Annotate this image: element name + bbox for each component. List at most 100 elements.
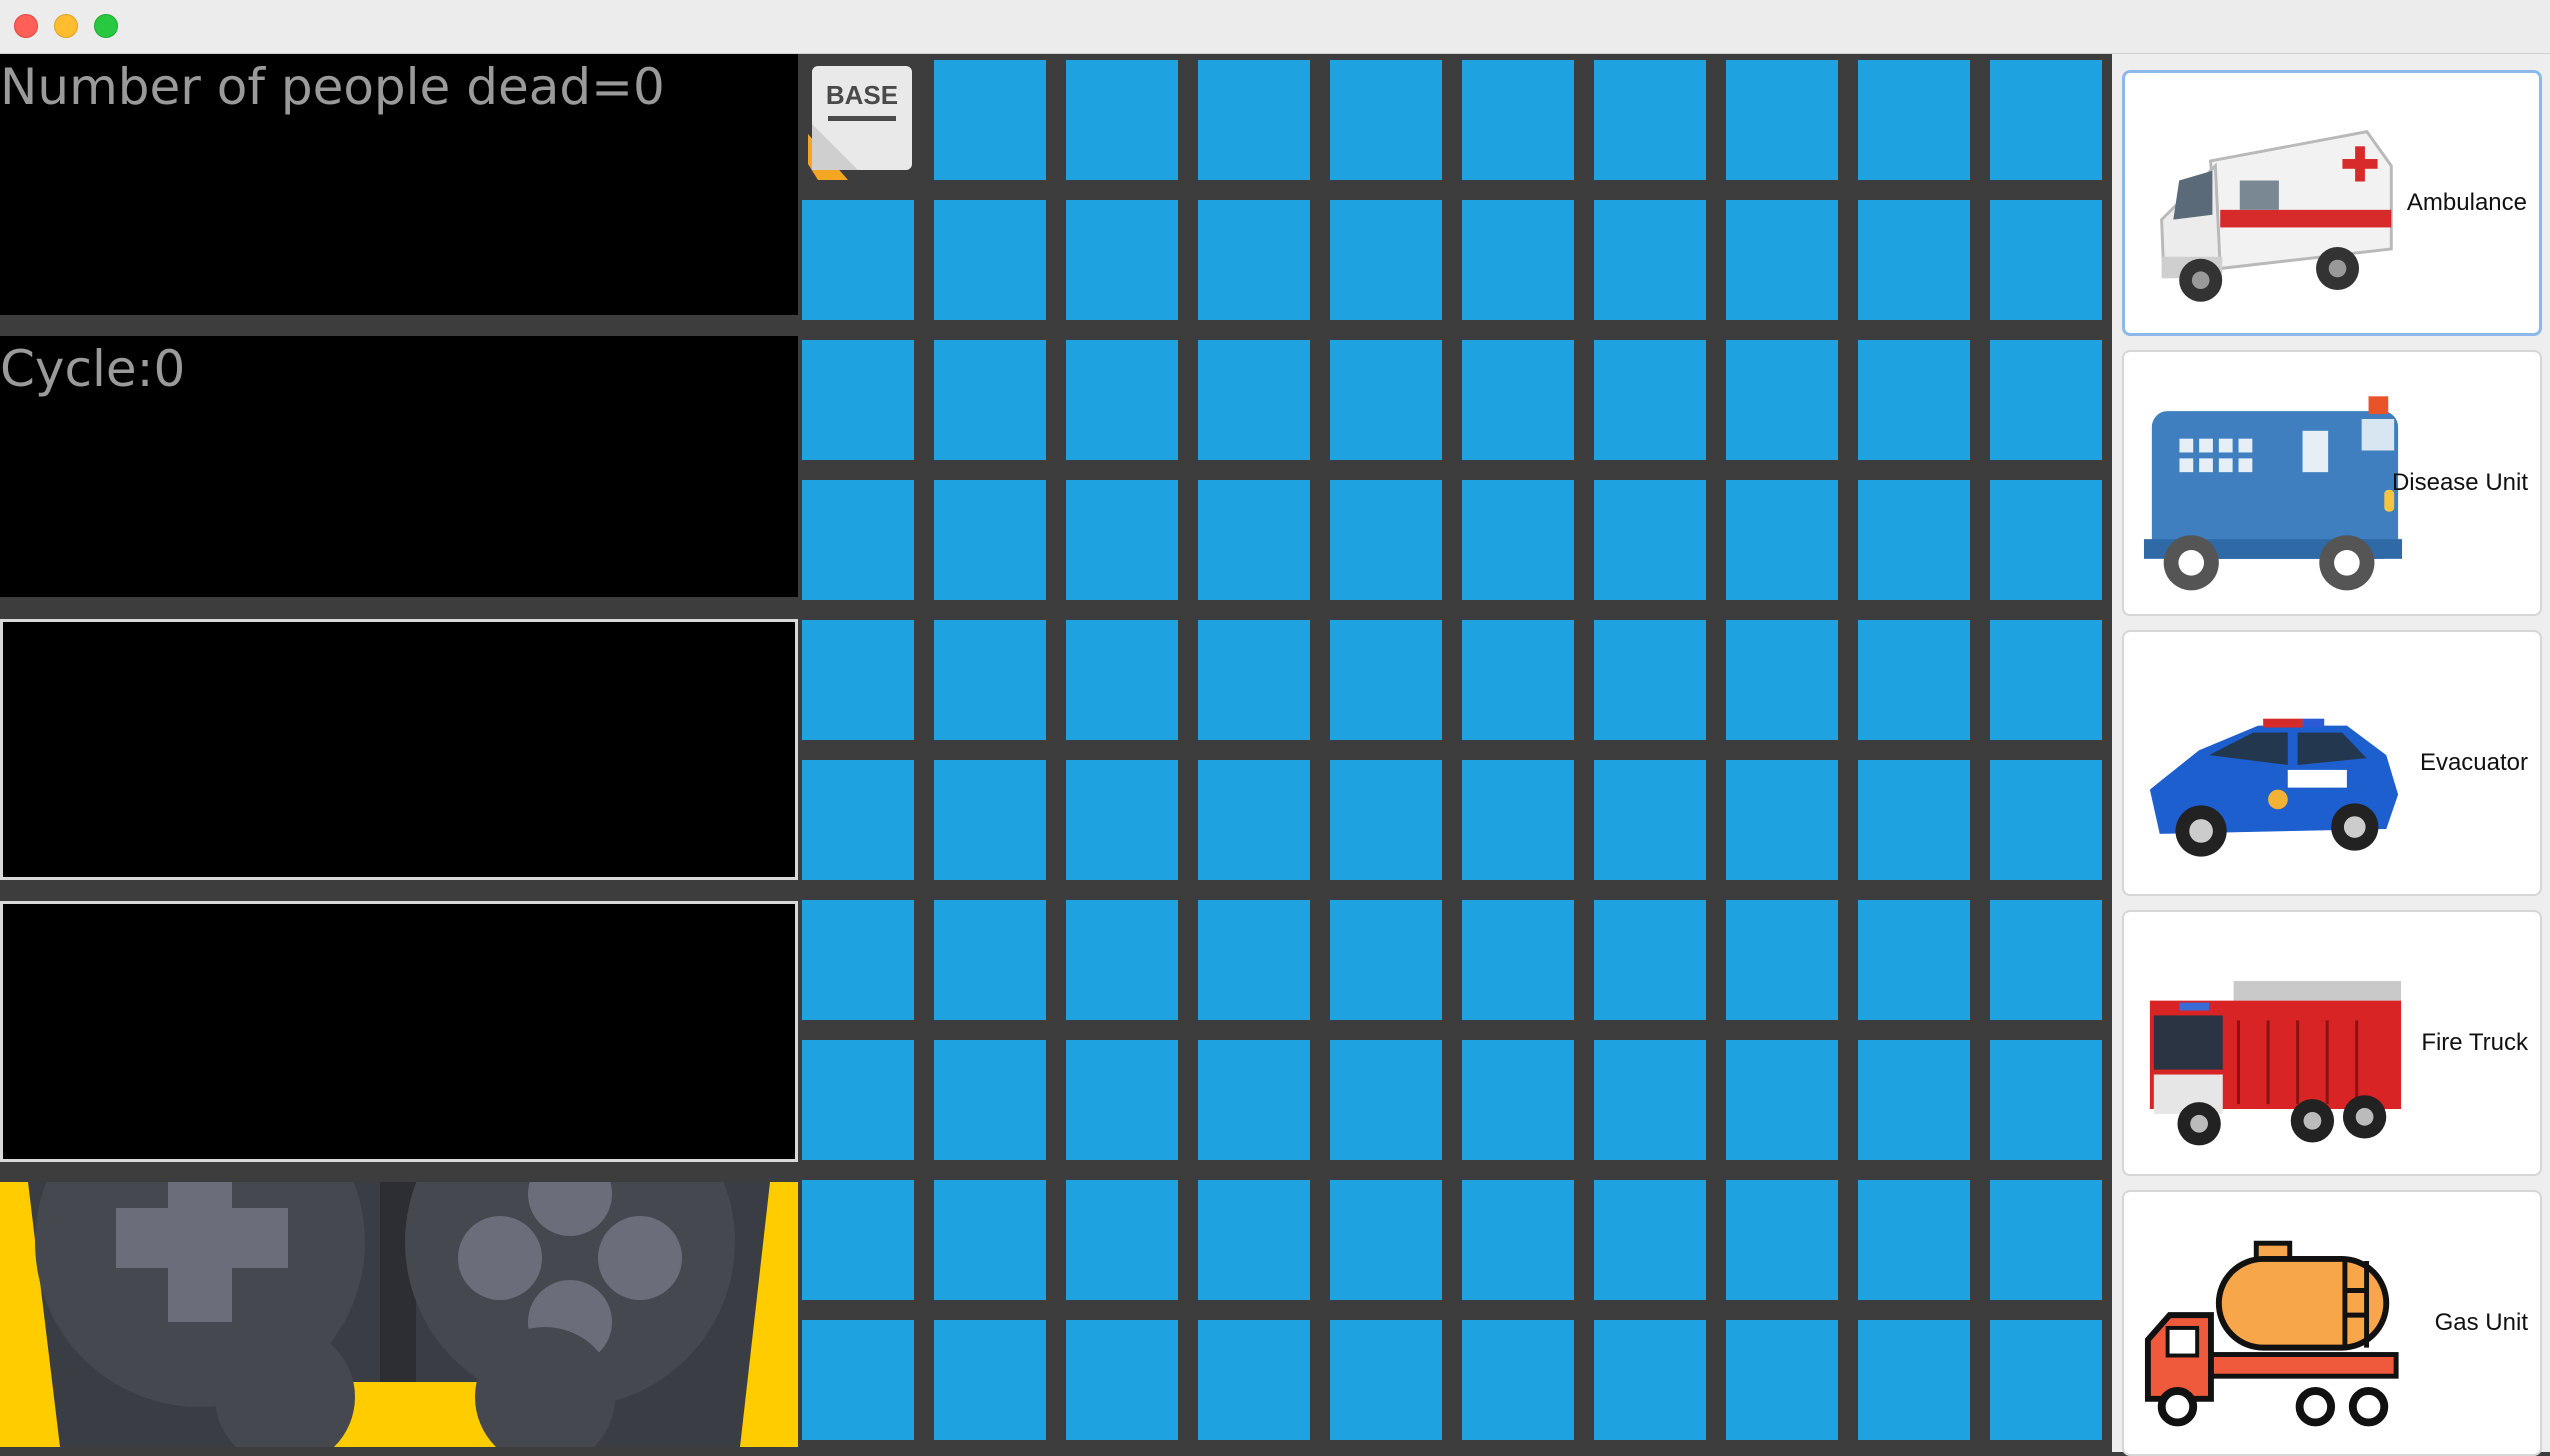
grid-cell[interactable] xyxy=(1990,1040,2102,1160)
grid-cell[interactable] xyxy=(934,480,1046,600)
grid-cell[interactable] xyxy=(1594,1040,1706,1160)
close-window-button[interactable] xyxy=(14,14,38,38)
grid-cell[interactable] xyxy=(802,1320,914,1440)
grid-cell[interactable] xyxy=(1330,900,1442,1020)
grid-cell[interactable] xyxy=(1990,60,2102,180)
grid-cell[interactable] xyxy=(1066,340,1178,460)
grid-cell[interactable] xyxy=(1330,760,1442,880)
grid-cell[interactable] xyxy=(1066,1040,1178,1160)
grid-cell[interactable] xyxy=(1594,60,1706,180)
unit-button-fire-truck[interactable]: Fire Truck xyxy=(2122,910,2542,1176)
grid-cell[interactable] xyxy=(1198,200,1310,320)
grid-cell[interactable] xyxy=(1726,200,1838,320)
zoom-window-button[interactable] xyxy=(94,14,118,38)
grid-cell[interactable] xyxy=(1858,760,1970,880)
grid-cell[interactable] xyxy=(802,900,914,1020)
grid-cell[interactable] xyxy=(1066,900,1178,1020)
grid-cell[interactable] xyxy=(1330,480,1442,600)
grid-cell[interactable] xyxy=(1462,620,1574,740)
grid-cell[interactable] xyxy=(1066,760,1178,880)
grid-cell[interactable] xyxy=(1858,1040,1970,1160)
grid-cell[interactable] xyxy=(1462,1320,1574,1440)
grid-cell[interactable] xyxy=(1594,1320,1706,1440)
grid-cell[interactable] xyxy=(1858,900,1970,1020)
grid-cell[interactable] xyxy=(1198,1320,1310,1440)
grid-cell[interactable] xyxy=(1726,900,1838,1020)
grid-cell[interactable] xyxy=(1990,200,2102,320)
grid-cell[interactable] xyxy=(1066,60,1178,180)
grid-cell[interactable] xyxy=(1726,60,1838,180)
grid-cell[interactable] xyxy=(1330,1320,1442,1440)
grid-cell[interactable] xyxy=(934,60,1046,180)
grid-cell[interactable] xyxy=(934,340,1046,460)
unit-button-disease-unit[interactable]: Disease Unit xyxy=(2122,350,2542,616)
grid-cell[interactable] xyxy=(1726,340,1838,460)
grid-cell[interactable] xyxy=(1330,1180,1442,1300)
grid-cell[interactable] xyxy=(802,340,914,460)
grid-cell[interactable] xyxy=(1198,620,1310,740)
grid-cell[interactable] xyxy=(1330,340,1442,460)
base-cell[interactable]: BASE xyxy=(802,60,914,180)
grid-cell[interactable] xyxy=(1990,1320,2102,1440)
grid-cell[interactable] xyxy=(934,900,1046,1020)
grid-cell[interactable] xyxy=(1198,900,1310,1020)
grid-cell[interactable] xyxy=(1462,200,1574,320)
grid-cell[interactable] xyxy=(1198,760,1310,880)
grid-cell[interactable] xyxy=(1858,200,1970,320)
grid-cell[interactable] xyxy=(1066,200,1178,320)
grid-cell[interactable] xyxy=(1726,480,1838,600)
grid-cell[interactable] xyxy=(1990,480,2102,600)
grid-cell[interactable] xyxy=(934,620,1046,740)
grid-cell[interactable] xyxy=(1330,620,1442,740)
grid-cell[interactable] xyxy=(802,1180,914,1300)
grid-cell[interactable] xyxy=(1990,1180,2102,1300)
grid-cell[interactable] xyxy=(1594,1180,1706,1300)
grid-cell[interactable] xyxy=(1594,900,1706,1020)
grid-cell[interactable] xyxy=(1462,1180,1574,1300)
grid-cell[interactable] xyxy=(1330,1040,1442,1160)
grid-cell[interactable] xyxy=(1198,1180,1310,1300)
grid-cell[interactable] xyxy=(1594,480,1706,600)
grid-cell[interactable] xyxy=(934,1180,1046,1300)
grid-cell[interactable] xyxy=(1066,620,1178,740)
grid-cell[interactable] xyxy=(1726,760,1838,880)
grid-cell[interactable] xyxy=(1066,1180,1178,1300)
grid-cell[interactable] xyxy=(1594,760,1706,880)
next-cycle-button[interactable] xyxy=(0,1182,798,1447)
grid-cell[interactable] xyxy=(1066,1320,1178,1440)
grid-cell[interactable] xyxy=(1462,480,1574,600)
grid-cell[interactable] xyxy=(1726,1180,1838,1300)
grid-cell[interactable] xyxy=(802,200,914,320)
minimize-window-button[interactable] xyxy=(54,14,78,38)
grid-cell[interactable] xyxy=(934,200,1046,320)
grid-cell[interactable] xyxy=(1066,480,1178,600)
grid-cell[interactable] xyxy=(1858,340,1970,460)
grid-cell[interactable] xyxy=(934,1320,1046,1440)
grid-cell[interactable] xyxy=(1990,760,2102,880)
grid-cell[interactable] xyxy=(934,1040,1046,1160)
unit-button-gas-unit[interactable]: Gas Unit xyxy=(2122,1190,2542,1456)
grid-cell[interactable] xyxy=(802,1040,914,1160)
grid-cell[interactable] xyxy=(1990,620,2102,740)
grid-cell[interactable] xyxy=(1594,620,1706,740)
unit-button-evacuator[interactable]: Evacuator xyxy=(2122,630,2542,896)
grid-cell[interactable] xyxy=(1462,60,1574,180)
grid-cell[interactable] xyxy=(1594,340,1706,460)
grid-cell[interactable] xyxy=(1858,1320,1970,1440)
grid-cell[interactable] xyxy=(1858,620,1970,740)
grid-cell[interactable] xyxy=(802,480,914,600)
grid-cell[interactable] xyxy=(1330,200,1442,320)
grid-cell[interactable] xyxy=(1990,900,2102,1020)
grid-cell[interactable] xyxy=(1462,760,1574,880)
grid-cell[interactable] xyxy=(1462,340,1574,460)
grid-cell[interactable] xyxy=(1990,340,2102,460)
grid-cell[interactable] xyxy=(1858,480,1970,600)
grid-cell[interactable] xyxy=(1198,1040,1310,1160)
grid-cell[interactable] xyxy=(1462,1040,1574,1160)
grid-cell[interactable] xyxy=(1726,620,1838,740)
grid-cell[interactable] xyxy=(802,760,914,880)
grid-cell[interactable] xyxy=(1726,1040,1838,1160)
grid-cell[interactable] xyxy=(1594,200,1706,320)
grid-cell[interactable] xyxy=(1198,480,1310,600)
grid-cell[interactable] xyxy=(1858,1180,1970,1300)
